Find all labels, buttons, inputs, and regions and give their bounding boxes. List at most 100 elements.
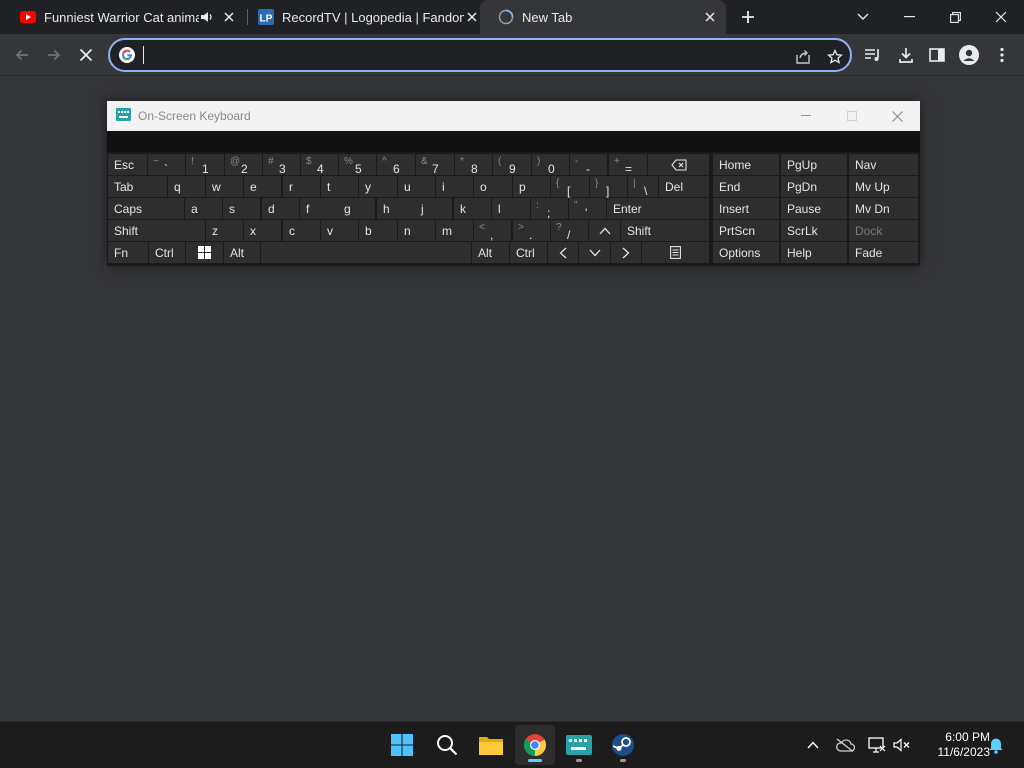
key-period[interactable]: >. (513, 220, 550, 242)
key-d[interactable]: d (262, 198, 299, 219)
key-3[interactable]: #3 (263, 154, 300, 176)
osk-taskbar-button[interactable] (559, 725, 599, 765)
key-nav[interactable]: Nav (849, 154, 918, 175)
key-help[interactable]: Help (781, 242, 847, 263)
notification-bell-icon[interactable] (985, 734, 1007, 756)
key-o[interactable]: o (474, 176, 512, 197)
close-tab-icon[interactable] (464, 9, 480, 25)
network-icon[interactable] (866, 734, 888, 756)
key-backslash[interactable]: | \ (628, 176, 658, 198)
tab-search-button[interactable] (840, 0, 886, 34)
key-shift[interactable]: Shift (621, 220, 709, 241)
key-enter[interactable]: Enter (607, 198, 709, 219)
key-dock[interactable]: Dock (849, 220, 918, 241)
address-bar[interactable] (108, 38, 852, 72)
tab-new-tab[interactable]: New Tab (480, 0, 726, 34)
key-minus[interactable]: -- (570, 154, 607, 176)
bookmark-star-icon[interactable] (824, 46, 846, 68)
arrow-right-key[interactable] (611, 242, 641, 263)
key-8[interactable]: * 8 (455, 154, 492, 176)
key-tab[interactable]: Tab (108, 176, 167, 197)
key-backtick[interactable]: ~ ` (148, 154, 185, 176)
key-options[interactable]: Options (713, 242, 779, 263)
key-insert[interactable]: Insert (713, 198, 779, 219)
menu-button[interactable] (986, 39, 1018, 71)
key-x[interactable]: x (244, 220, 281, 241)
side-panel-button[interactable] (921, 39, 953, 71)
key-t[interactable]: t (321, 176, 358, 197)
close-window-button[interactable] (978, 0, 1024, 34)
key-mv-up[interactable]: Mv Up (849, 176, 918, 197)
key-0[interactable]: ) 0 (532, 154, 569, 176)
key-alt[interactable]: Alt (472, 242, 509, 263)
key-esc[interactable]: Esc (108, 154, 147, 175)
key-equals[interactable]: + = (609, 154, 647, 176)
key-q[interactable]: q (168, 176, 205, 197)
restore-button[interactable] (932, 0, 978, 34)
key-pgdn[interactable]: PgDn (781, 176, 847, 197)
key-comma[interactable]: <, (474, 220, 511, 242)
key-end[interactable]: End (713, 176, 779, 197)
share-icon[interactable] (792, 46, 814, 68)
tab-logopedia[interactable]: LP RecordTV | Logopedia | Fandom (240, 0, 488, 34)
media-controls-button[interactable] (857, 39, 889, 71)
address-input[interactable] (142, 45, 762, 65)
key-caps[interactable]: Caps (108, 198, 184, 219)
close-tab-icon[interactable] (702, 9, 718, 25)
key-6[interactable]: ^ 6 (377, 154, 415, 176)
key-del[interactable]: Del (659, 176, 709, 197)
new-tab-button[interactable] (736, 6, 760, 28)
arrow-down-key[interactable] (579, 242, 610, 263)
key-5[interactable]: % 5 (339, 154, 376, 176)
osk-title-bar[interactable]: On-Screen Keyboard (107, 101, 920, 131)
arrow-up-key[interactable] (589, 220, 620, 241)
key-slash[interactable]: ? / (551, 220, 588, 242)
key-v[interactable]: v (321, 220, 358, 241)
context-menu-key[interactable] (642, 242, 709, 263)
key-alt[interactable]: Alt (224, 242, 260, 263)
key-u[interactable]: u (398, 176, 435, 197)
tab-youtube[interactable]: Funniest Warrior Cat animati (2, 0, 245, 34)
system-clock[interactable]: 6:00 PM 11/6/2023 (918, 730, 991, 760)
key-y[interactable]: y (359, 176, 397, 197)
close-tab-icon[interactable] (221, 9, 237, 25)
key-c[interactable]: c (283, 220, 320, 241)
windows-key[interactable] (186, 242, 223, 263)
key-a[interactable]: a (185, 198, 222, 219)
profile-button[interactable] (953, 39, 985, 71)
arrow-left-key[interactable] (548, 242, 578, 263)
key-p[interactable]: p (513, 176, 550, 197)
key-j[interactable]: j (415, 198, 452, 219)
back-button[interactable] (6, 39, 38, 71)
key-9[interactable]: (9 (493, 154, 531, 176)
key-quote[interactable]: " ' (569, 198, 606, 220)
key-home[interactable]: Home (713, 154, 779, 175)
osk-maximize-button[interactable] (829, 101, 875, 131)
key-b[interactable]: b (359, 220, 397, 241)
file-explorer-button[interactable] (471, 725, 511, 765)
key-k[interactable]: k (454, 198, 491, 219)
key-ctrl[interactable]: Ctrl (149, 242, 185, 263)
key-z[interactable]: z (206, 220, 243, 241)
key-1[interactable]: ! 1 (186, 154, 224, 176)
key-pause[interactable]: Pause (781, 198, 847, 219)
key-m[interactable]: m (436, 220, 473, 241)
downloads-button[interactable] (890, 39, 922, 71)
osk-minimize-button[interactable] (783, 101, 829, 131)
key-7[interactable]: & 7 (416, 154, 454, 176)
key-fade[interactable]: Fade (849, 242, 918, 263)
key-4[interactable]: $4 (301, 154, 338, 176)
key-i[interactable]: i (436, 176, 473, 197)
steam-taskbar-button[interactable] (603, 725, 643, 765)
speaker-icon[interactable] (199, 9, 215, 25)
spacebar-key[interactable] (261, 242, 471, 263)
search-button[interactable] (427, 725, 467, 765)
key-l[interactable]: l (492, 198, 530, 219)
key-ctrl[interactable]: Ctrl (510, 242, 547, 263)
key-w[interactable]: w (206, 176, 243, 197)
key-open-bracket[interactable]: {[ (551, 176, 589, 198)
key-e[interactable]: e (244, 176, 281, 197)
key-semicolon[interactable]: :; (531, 198, 568, 220)
key-n[interactable]: n (398, 220, 435, 241)
key-pgup[interactable]: PgUp (781, 154, 847, 175)
